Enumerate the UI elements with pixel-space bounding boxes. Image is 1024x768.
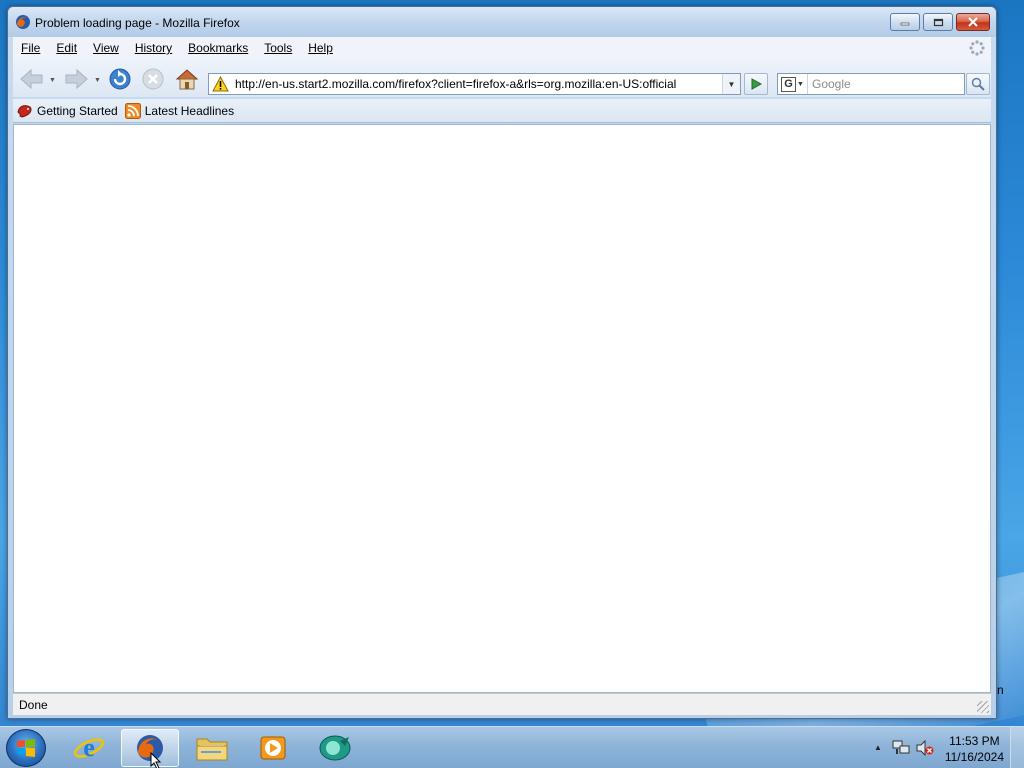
volume-muted-icon[interactable]: [916, 740, 934, 756]
forward-dropdown-icon[interactable]: ▼: [94, 77, 101, 84]
close-button[interactable]: [956, 13, 990, 31]
firefox-icon: [16, 15, 30, 29]
firefox-window: Problem loading page - Mozilla Firefox F…: [7, 6, 997, 719]
minimize-button[interactable]: [890, 13, 920, 31]
stop-icon: [142, 68, 164, 90]
taskbar-windows-explorer[interactable]: [183, 729, 241, 767]
windows-logo-icon: [17, 739, 35, 757]
clock-date: 11/16/2024: [944, 750, 1004, 764]
media-player-icon: [260, 736, 286, 760]
forward-arrow-icon: [65, 68, 88, 90]
menu-view[interactable]: View: [85, 41, 127, 55]
network-icon[interactable]: [892, 740, 910, 756]
title-bar[interactable]: Problem loading page - Mozilla Firefox: [8, 7, 996, 37]
maximize-button[interactable]: [923, 13, 953, 31]
back-button[interactable]: [19, 67, 45, 91]
bookmark-getting-started[interactable]: Getting Started: [13, 103, 121, 119]
app-icon: [319, 735, 351, 761]
go-button[interactable]: [744, 73, 768, 95]
show-desktop-button[interactable]: [1010, 727, 1024, 768]
url-bar[interactable]: http://en-us.start2.mozilla.com/firefox?…: [208, 73, 741, 95]
taskbar-firefox[interactable]: [121, 729, 179, 768]
internet-explorer-icon: e: [73, 733, 105, 762]
taskbar-app[interactable]: [306, 729, 364, 767]
reload-icon: [109, 68, 131, 90]
menu-file[interactable]: File: [13, 41, 48, 55]
warning-icon: [212, 76, 229, 92]
menu-tools[interactable]: Tools: [256, 41, 300, 55]
home-icon: [175, 69, 199, 90]
navigation-toolbar: ▼ ▼ http://en-us.start2.mozilla.com/fire…: [13, 59, 991, 97]
status-text: Done: [19, 698, 48, 712]
reload-button[interactable]: [107, 67, 133, 91]
back-arrow-icon: [20, 68, 43, 90]
search-button[interactable]: [966, 73, 990, 95]
folder-icon: [196, 738, 228, 761]
chevron-down-icon: ▼: [727, 79, 736, 89]
menu-bar: File Edit View History Bookmarks Tools H…: [13, 37, 991, 59]
start-button[interactable]: [6, 729, 46, 767]
status-bar: Done: [13, 693, 991, 715]
taskbar-internet-explorer[interactable]: e: [60, 729, 118, 767]
page-content[interactable]: [13, 124, 991, 693]
menu-bookmarks[interactable]: Bookmarks: [180, 41, 256, 55]
svg-text:e: e: [83, 733, 95, 762]
restore-icon: [933, 18, 943, 26]
bookmark-label: Getting Started: [37, 103, 118, 118]
url-text[interactable]: http://en-us.start2.mozilla.com/firefox?…: [235, 77, 676, 91]
bookmark-latest-headlines[interactable]: Latest Headlines: [121, 102, 237, 119]
home-button[interactable]: [174, 67, 200, 91]
desktop-edge-text: n: [997, 683, 1004, 697]
menu-edit[interactable]: Edit: [48, 41, 85, 55]
back-dropdown-icon[interactable]: ▼: [49, 77, 56, 84]
search-icon: [971, 77, 985, 91]
stop-button[interactable]: [140, 67, 166, 91]
go-arrow-icon: [751, 78, 762, 90]
mouse-cursor-icon: [150, 752, 162, 768]
google-engine-icon: G: [781, 76, 797, 92]
search-input[interactable]: Google: [812, 77, 851, 91]
taskbar-windows-media-player[interactable]: [244, 729, 302, 767]
close-icon: [968, 17, 978, 27]
window-title: Problem loading page - Mozilla Firefox: [35, 16, 240, 30]
minimize-icon: [900, 22, 910, 26]
chevron-down-icon: ▼: [797, 80, 804, 88]
rss-feed-icon: [124, 102, 141, 119]
system-tray: ▲ 11:53 PM 11/16/2024: [864, 727, 1024, 768]
firefox-getting-started-icon: [17, 104, 32, 117]
menu-history[interactable]: History: [127, 41, 180, 55]
url-history-dropdown[interactable]: ▼: [722, 74, 740, 94]
resize-grip[interactable]: [977, 701, 989, 713]
throbber-icon: [969, 40, 985, 56]
window-controls: [890, 13, 990, 31]
bookmarks-toolbar: Getting Started Latest Headlines: [13, 99, 991, 123]
bookmark-label: Latest Headlines: [144, 103, 235, 118]
clock[interactable]: 11:53 PM 11/16/2024: [945, 733, 1004, 765]
clock-time: 11:53 PM: [949, 734, 1000, 748]
search-engine-selector[interactable]: G ▼: [778, 74, 808, 94]
taskbar: e ▲ 11:53 PM 11/16/2024: [0, 726, 1024, 768]
search-bar[interactable]: G ▼ Google: [777, 73, 965, 95]
show-hidden-icons-icon[interactable]: ▲: [874, 743, 882, 752]
forward-button[interactable]: [63, 67, 89, 91]
menu-help[interactable]: Help: [300, 41, 341, 55]
